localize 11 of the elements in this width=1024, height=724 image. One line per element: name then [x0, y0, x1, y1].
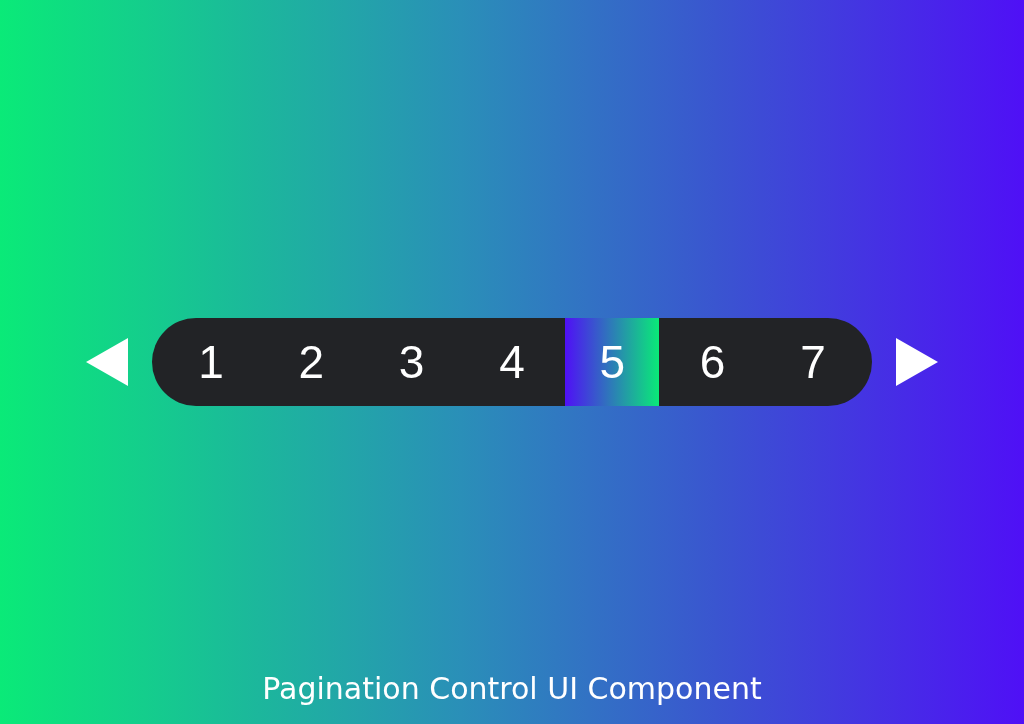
right-triangle-icon	[896, 338, 938, 386]
left-triangle-icon	[86, 338, 128, 386]
page-number-button[interactable]: 6	[665, 318, 760, 406]
next-page-button[interactable]	[896, 338, 938, 386]
page-number-button[interactable]: 1	[164, 318, 258, 406]
page-number-button[interactable]: 5	[565, 318, 660, 406]
page-number-button[interactable]: 2	[264, 318, 359, 406]
page-number-button[interactable]: 3	[364, 318, 459, 406]
page-number-button[interactable]: 4	[465, 318, 559, 406]
caption-text: Pagination Control UI Component	[262, 671, 762, 706]
page-number-button[interactable]: 7	[765, 318, 860, 406]
